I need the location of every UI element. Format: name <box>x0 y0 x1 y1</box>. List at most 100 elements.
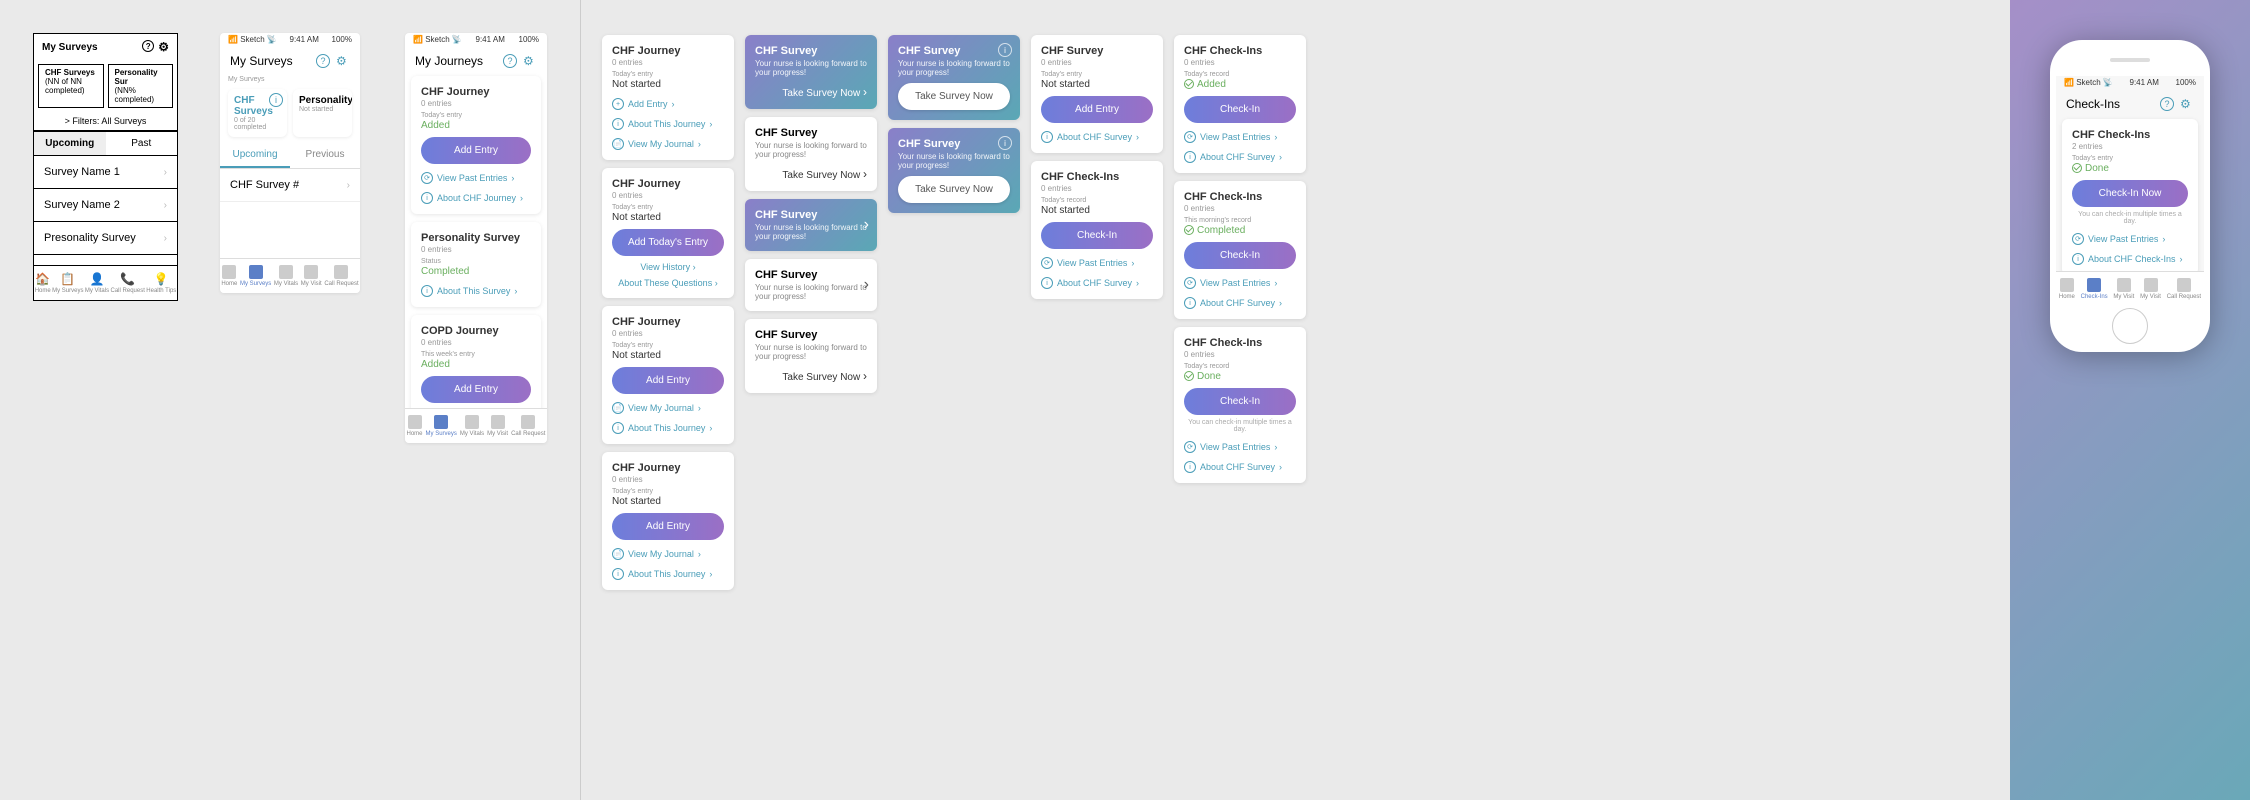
list-item[interactable]: Survey Name 2› <box>34 189 177 222</box>
tab-vitals[interactable]: My Vitals <box>460 415 484 437</box>
card-link[interactable]: iAbout CHF Survey› <box>1184 297 1296 309</box>
wireframe-phone: My Surveys ? ⚙ CHF Surveys(NN of NN comp… <box>33 33 178 301</box>
clock-icon: ⟳ <box>2072 233 2084 245</box>
tab-call[interactable]: Call Request <box>324 265 358 287</box>
link-icon: ⟳ <box>1184 131 1196 143</box>
tab-surveys[interactable]: 📋My Surveys <box>52 272 83 294</box>
page-title: Check-Ins <box>2066 97 2120 111</box>
about-link[interactable]: iAbout CHF Check-Ins› <box>2072 253 2188 265</box>
card-link[interactable]: ⟳View Past Entries› <box>1184 441 1296 453</box>
info-icon[interactable]: i <box>269 93 283 107</box>
take-survey-link[interactable]: Take Survey Now › <box>782 369 867 383</box>
segment-chf[interactable]: CHF Surveys(NN of NN completed) <box>38 64 104 108</box>
survey-card-personality[interactable]: Personality Su Not started <box>293 89 352 137</box>
tab-previous[interactable]: Previous <box>290 143 360 168</box>
tab-call[interactable]: 📞Call Request <box>111 272 145 294</box>
card-link[interactable]: 📄View My Journal› <box>612 548 724 560</box>
home-button[interactable] <box>2112 308 2148 344</box>
tab-upcoming[interactable]: Upcoming <box>34 132 106 155</box>
card-link[interactable]: iAbout CHF Survey› <box>1184 151 1296 163</box>
center-link[interactable]: View History › <box>612 262 724 272</box>
add-entry-button[interactable]: Add Entry <box>612 367 724 394</box>
survey-card-chf[interactable]: CHF Surveys 0 of 20 completed i <box>228 89 287 137</box>
filter-row[interactable]: > Filters: All Surveys <box>34 112 177 131</box>
checkin-button[interactable]: Check-In <box>1184 96 1296 123</box>
gear-icon[interactable]: ⚙ <box>2180 97 2194 111</box>
card-link[interactable]: iAbout CHF Survey› <box>1041 277 1153 289</box>
list-item[interactable]: CHF Survey #› <box>220 169 360 202</box>
take-survey-button[interactable]: Take Survey Now <box>898 83 1010 110</box>
tab-vitals[interactable]: 👤My Vitals <box>85 272 109 294</box>
card-link[interactable]: iAbout CHF Survey› <box>1041 131 1153 143</box>
checkin-card: CHF Check-Ins0 entriesToday's recordDone… <box>1174 327 1306 483</box>
help-icon[interactable]: ? <box>503 54 517 68</box>
card-link[interactable]: 📄View My Journal› <box>612 138 724 150</box>
gear-icon[interactable]: ⚙ <box>523 54 537 68</box>
center-link[interactable]: About These Questions › <box>612 278 724 288</box>
tab-home[interactable]: 🏠Home <box>35 272 51 294</box>
card-link[interactable]: ⟳View Past Entries› <box>1041 257 1153 269</box>
checkin-button[interactable]: Check-In <box>1184 242 1296 269</box>
segment-personality[interactable]: Personality Sur(NN% completed) <box>108 64 174 108</box>
tab-past[interactable]: Past <box>106 132 178 155</box>
tab-home[interactable]: Home <box>221 265 237 287</box>
card-link[interactable]: ⟳View Past Entries› <box>1184 131 1296 143</box>
link-icon: i <box>1184 297 1196 309</box>
action-button[interactable]: Add Entry <box>1041 96 1153 123</box>
link-icon: i <box>1041 277 1053 289</box>
tab-tips[interactable]: 💡Health Tips <box>146 272 176 294</box>
take-survey-button[interactable]: Take Survey Now <box>898 176 1010 203</box>
card-link[interactable]: iAbout This Survey› <box>421 285 531 297</box>
help-icon[interactable]: ? <box>142 40 154 52</box>
card-link[interactable]: iAbout This Journey› <box>612 422 724 434</box>
card-link[interactable]: ⟳View Past Entries› <box>1184 277 1296 289</box>
tab-home[interactable]: Home <box>2059 278 2075 300</box>
tab-vitals[interactable]: My Vitals <box>274 265 298 287</box>
card-link[interactable]: 📄View My Journal› <box>612 402 724 414</box>
survey-prompt[interactable]: CHF SurveyYour nurse is looking forward … <box>745 259 877 311</box>
survey-prompt[interactable]: CHF SurveyYour nurse is looking forward … <box>745 199 877 251</box>
tab-surveys[interactable]: My Surveys <box>240 265 271 287</box>
add-entry-button[interactable]: Add Entry <box>612 513 724 540</box>
tab-visit[interactable]: My Visit <box>301 265 322 287</box>
help-icon[interactable]: ? <box>316 54 330 68</box>
tab-home[interactable]: Home <box>407 415 423 437</box>
tab-call[interactable]: Call Request <box>511 415 545 437</box>
action-button[interactable]: Check-In <box>1041 222 1153 249</box>
card-link[interactable]: +Add Entry› <box>612 98 724 110</box>
doc-icon: 📄 <box>612 402 624 414</box>
card-link[interactable]: iAbout CHF Survey› <box>1184 461 1296 473</box>
card-link[interactable]: iAbout CHF Journey› <box>421 192 531 204</box>
checkin-button[interactable]: Check-In Now <box>2072 180 2188 207</box>
take-survey-link[interactable]: Take Survey Now › <box>782 85 867 99</box>
checkin-button[interactable]: Check-In <box>1184 388 1296 415</box>
tab-call[interactable]: Call Request <box>2167 278 2201 300</box>
card-link[interactable]: iAbout This Journey› <box>612 568 724 580</box>
chevron-right-icon: › <box>864 276 869 294</box>
tab-visit[interactable]: My Visit <box>487 415 508 437</box>
add-entry-button[interactable]: Add Entry <box>421 376 531 403</box>
add-entry-button[interactable]: Add Today's Entry <box>612 229 724 256</box>
help-icon[interactable]: ? <box>2160 97 2174 111</box>
header: My Surveys ?⚙ <box>220 46 360 76</box>
tab-visit2[interactable]: My Visit <box>2140 278 2161 300</box>
info-icon: i <box>612 422 624 434</box>
card-link[interactable]: iAbout This Journey› <box>612 118 724 130</box>
gear-icon[interactable]: ⚙ <box>158 40 169 54</box>
phone-surveys: 📶 Sketch 📡9:41 AM100% My Surveys ?⚙ My S… <box>220 33 360 293</box>
list-item[interactable]: Presonality Survey› <box>34 222 177 255</box>
info-icon[interactable]: i <box>998 43 1012 57</box>
info-icon[interactable]: i <box>998 136 1012 150</box>
take-survey-link[interactable]: Take Survey Now › <box>782 167 867 181</box>
link-icon: i <box>1184 151 1196 163</box>
tab-surveys[interactable]: My Surveys <box>426 415 457 437</box>
survey-prompt: CHF SurveyYour nurse is looking forward … <box>745 35 877 109</box>
tab-visit[interactable]: My Visit <box>2113 278 2134 300</box>
tab-upcoming[interactable]: Upcoming <box>220 143 290 168</box>
gear-icon[interactable]: ⚙ <box>336 54 350 68</box>
view-past-link[interactable]: ⟳View Past Entries› <box>2072 233 2188 245</box>
list-item[interactable]: Survey Name 1› <box>34 156 177 189</box>
add-entry-button[interactable]: Add Entry <box>421 137 531 164</box>
tab-checkins[interactable]: Check-Ins <box>2081 278 2108 300</box>
card-link[interactable]: ⟳View Past Entries› <box>421 172 531 184</box>
